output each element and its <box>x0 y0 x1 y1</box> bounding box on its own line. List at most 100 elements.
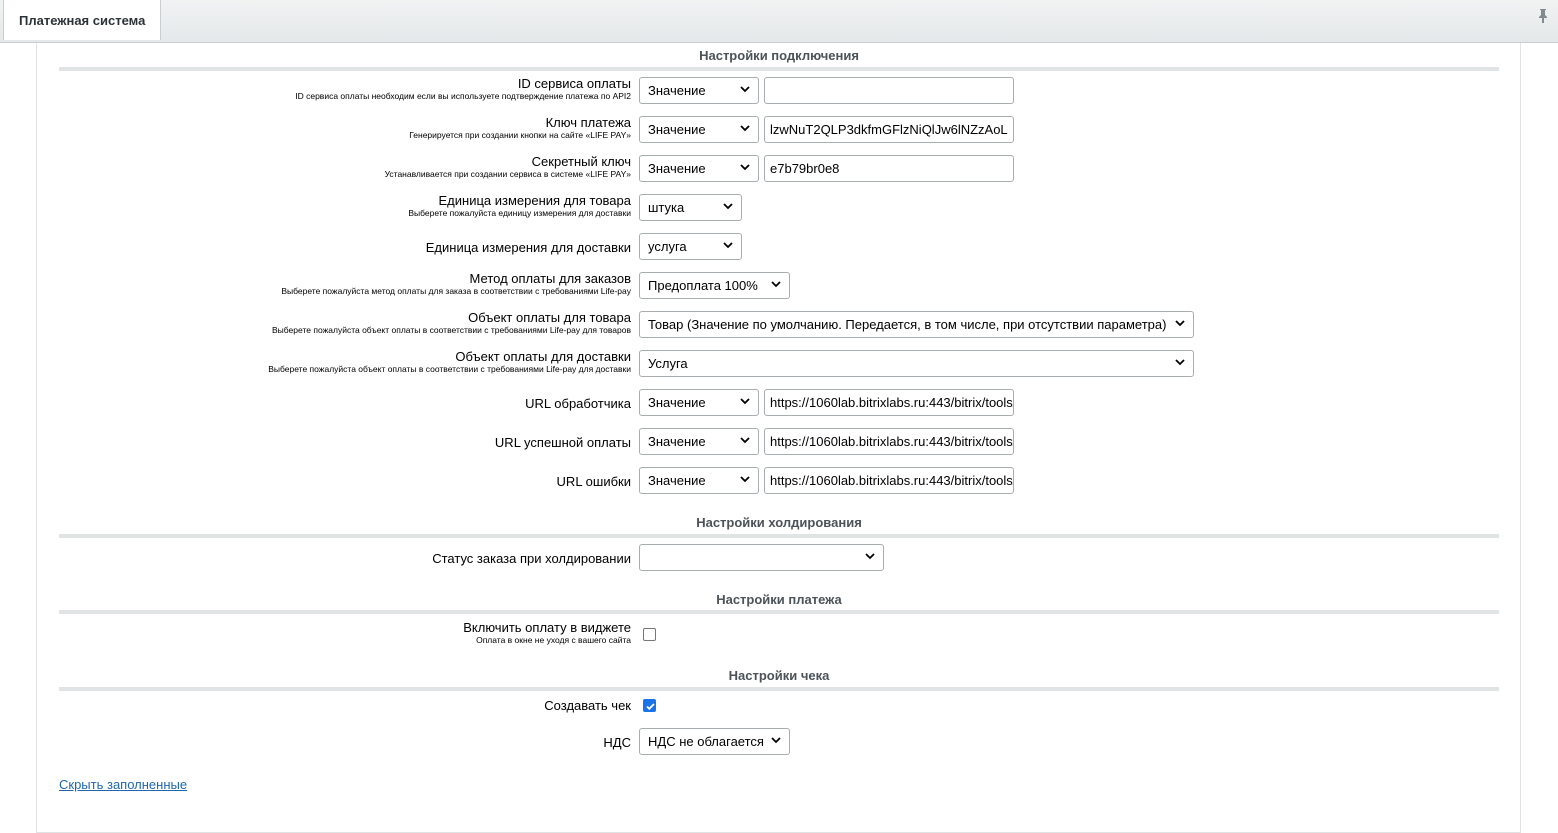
chevron-down-icon <box>723 242 733 249</box>
delivery-unit-label: Единица измерения для доставки <box>425 240 631 255</box>
tab-label: Платежная система <box>19 12 146 28</box>
payment-method-label-block: Метод оплаты для заказов Выберете пожалу… <box>281 272 631 297</box>
chevron-down-icon <box>740 86 750 93</box>
widget-payment-label: Включить оплату в виджете <box>463 620 631 635</box>
section-divider <box>59 687 1499 691</box>
section-title-holding: Настройки холдирования <box>696 515 862 530</box>
payment-key-hint: Генерируется при создании кнопки на сайт… <box>409 130 631 140</box>
pin-icon[interactable] <box>1538 9 1548 26</box>
secret-key-type-select[interactable]: Значение <box>639 155 759 182</box>
row-vat: НДС НДС не облагается <box>37 728 1522 758</box>
handler-url-input[interactable]: https://1060lab.bitrixlabs.ru:443/bitrix… <box>764 389 1014 416</box>
row-error-url: URL ошибки Значение https://1060lab.bitr… <box>37 467 1522 497</box>
widget-payment-label-block: Включить оплату в виджете Оплата в окне … <box>463 621 631 646</box>
hold-status-select[interactable] <box>639 544 884 571</box>
success-url-type-select[interactable]: Значение <box>639 428 759 455</box>
service-id-hint: ID сервиса оплаты необходим если вы испо… <box>295 91 631 101</box>
chevron-down-icon <box>771 737 781 744</box>
error-url-type-value: Значение <box>648 473 706 488</box>
row-secret-key: Секретный ключ Устанавливается при созда… <box>37 155 1522 185</box>
vat-value: НДС не облагается <box>648 734 764 749</box>
section-title-payment: Настройки платежа <box>716 592 842 607</box>
success-url-input[interactable]: https://1060lab.bitrixlabs.ru:443/bitrix… <box>764 428 1014 455</box>
payment-key-label: Ключ платежа <box>545 115 631 130</box>
create-receipt-label-block: Создавать чек <box>544 699 631 713</box>
row-success-url: URL успешной оплаты Значение https://106… <box>37 428 1522 458</box>
service-id-label-block: ID сервиса оплаты ID сервиса оплаты необ… <box>295 77 631 102</box>
row-create-receipt: Создавать чек <box>37 698 1522 728</box>
chevron-down-icon <box>771 281 781 288</box>
success-url-type-value: Значение <box>648 434 706 449</box>
secret-key-label: Секретный ключ <box>531 154 631 169</box>
item-unit-hint: Выберете пожалуйста единицу измерения дл… <box>408 208 631 218</box>
hide-filled-link[interactable]: Скрыть заполненные <box>59 777 187 792</box>
delivery-object-hint: Выберете пожалуйста объект оплаты в соот… <box>268 364 631 374</box>
row-item-object: Объект оплаты для товара Выберете пожалу… <box>37 311 1522 341</box>
error-url-input[interactable]: https://1060lab.bitrixlabs.ru:443/bitrix… <box>764 467 1014 494</box>
row-handler-url: URL обработчика Значение https://1060lab… <box>37 389 1522 419</box>
secret-key-label-block: Секретный ключ Устанавливается при созда… <box>385 155 631 180</box>
delivery-unit-label-block: Единица измерения для доставки <box>426 241 631 255</box>
vat-select[interactable]: НДС не облагается <box>639 728 790 755</box>
secret-key-hint: Устанавливается при создании сервиса в с… <box>384 169 631 179</box>
widget-payment-checkbox[interactable] <box>643 628 656 641</box>
item-unit-value: штука <box>648 200 685 215</box>
chevron-down-icon <box>723 203 733 210</box>
handler-url-type-value: Значение <box>648 395 706 410</box>
vat-label: НДС <box>603 735 631 750</box>
payment-key-input[interactable]: lzwNuT2QLP3dkfmGFlzNiQlJw6lNZzAoL <box>764 116 1014 143</box>
chevron-down-icon <box>1175 359 1185 366</box>
payment-method-select[interactable]: Предоплата 100% <box>639 272 790 299</box>
create-receipt-checkbox[interactable] <box>643 699 656 712</box>
delivery-unit-select[interactable]: услуга <box>639 233 742 260</box>
chevron-down-icon <box>740 125 750 132</box>
item-unit-select[interactable]: штука <box>639 194 742 221</box>
item-object-label-block: Объект оплаты для товара Выберете пожалу… <box>272 311 631 336</box>
handler-url-type-select[interactable]: Значение <box>639 389 759 416</box>
payment-method-value: Предоплата 100% <box>648 278 758 293</box>
section-divider <box>59 67 1499 71</box>
widget-payment-hint: Оплата в окне не уходя с вашего сайта <box>476 635 631 645</box>
row-item-unit: Единица измерения для товара Выберете по… <box>37 194 1522 224</box>
item-object-label: Объект оплаты для товара <box>468 310 631 325</box>
handler-url-label-block: URL обработчика <box>525 397 631 411</box>
payment-key-type-select[interactable]: Значение <box>639 116 759 143</box>
row-widget-payment: Включить оплату в виджете Оплата в окне … <box>37 621 1522 651</box>
vat-label-block: НДС <box>603 736 631 750</box>
delivery-unit-value: услуга <box>648 239 687 254</box>
item-object-hint: Выберете пожалуйста объект оплаты в соот… <box>272 325 631 335</box>
section-divider <box>59 610 1499 614</box>
item-unit-label: Единица измерения для товара <box>438 193 632 208</box>
delivery-object-value: Услуга <box>648 356 688 371</box>
error-url-label: URL ошибки <box>556 474 631 489</box>
chevron-down-icon <box>865 553 875 560</box>
item-object-select[interactable]: Товар (Значение по умолчанию. Передается… <box>639 311 1194 338</box>
row-delivery-unit: Единица измерения для доставки услуга <box>37 233 1522 263</box>
service-id-type-select[interactable]: Значение <box>639 77 759 104</box>
secret-key-input[interactable]: e7b79br0e8 <box>764 155 1014 182</box>
tab-payment-system[interactable]: Платежная система <box>3 0 162 40</box>
secret-key-type-value: Значение <box>648 161 706 176</box>
service-id-type-value: Значение <box>648 83 706 98</box>
service-id-input[interactable] <box>764 77 1014 104</box>
error-url-type-select[interactable]: Значение <box>639 467 759 494</box>
section-title-receipt: Настройки чека <box>728 668 830 683</box>
row-payment-key: Ключ платежа Генерируется при создании к… <box>37 116 1522 146</box>
settings-panel: Настройки подключения ID сервиса оплаты … <box>36 43 1521 833</box>
delivery-object-label-block: Объект оплаты для доставки Выберете пожа… <box>268 350 631 375</box>
hold-status-label: Статус заказа при холдировании <box>432 551 631 566</box>
handler-url-label: URL обработчика <box>525 396 631 411</box>
chevron-down-icon <box>740 164 750 171</box>
top-bar: Платежная система <box>0 0 1558 43</box>
payment-key-type-value: Значение <box>648 122 706 137</box>
row-payment-method: Метод оплаты для заказов Выберете пожалу… <box>37 272 1522 302</box>
payment-method-hint: Выберете пожалуйста метод оплаты для зак… <box>281 286 631 296</box>
payment-key-label-block: Ключ платежа Генерируется при создании к… <box>409 116 631 141</box>
delivery-object-label: Объект оплаты для доставки <box>455 349 631 364</box>
item-object-value: Товар (Значение по умолчанию. Передается… <box>648 317 1167 332</box>
chevron-down-icon <box>740 476 750 483</box>
chevron-down-icon <box>740 398 750 405</box>
delivery-object-select[interactable]: Услуга <box>639 350 1194 377</box>
section-title-connection: Настройки подключения <box>699 48 859 63</box>
row-delivery-object: Объект оплаты для доставки Выберете пожа… <box>37 350 1522 380</box>
